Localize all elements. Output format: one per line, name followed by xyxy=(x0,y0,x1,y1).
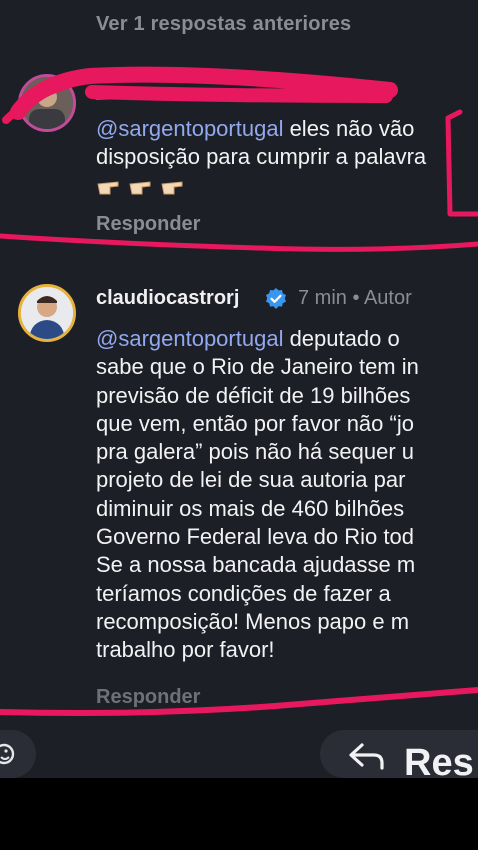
pointing-hands-emoji xyxy=(96,172,192,203)
reply-button[interactable]: Responder xyxy=(96,213,200,236)
reply-arrow-icon xyxy=(349,743,384,770)
mention-link[interactable]: @sargentoportugal xyxy=(96,116,283,141)
author-avatar[interactable] xyxy=(18,284,76,342)
reply-button[interactable]: Responder xyxy=(96,686,200,709)
author-badge: Autor xyxy=(363,287,412,309)
commenter-username[interactable]: ______ xyxy=(96,80,163,103)
meta-separator: • xyxy=(352,287,360,309)
comment-meta: 7 min • Autor xyxy=(298,287,412,310)
reply-back-label[interactable]: Res xyxy=(404,742,474,778)
verified-badge-icon xyxy=(264,287,288,316)
author-comment-text: @sargentoportugal deputado o sabe que o … xyxy=(96,326,419,663)
comment-time: 7 min xyxy=(298,287,347,309)
comment-thread-screen: Ver 1 respostas anteriores ______ @sarge… xyxy=(0,0,478,778)
emoji-icon xyxy=(0,743,15,765)
commenter-avatar[interactable] xyxy=(18,74,76,132)
author-username[interactable]: claudiocastrorj xyxy=(96,287,239,310)
avatar-photo xyxy=(21,77,73,129)
mention-link[interactable]: @sargentoportugal xyxy=(96,326,283,351)
view-previous-replies-link[interactable]: Ver 1 respostas anteriores xyxy=(96,13,351,36)
avatar-photo xyxy=(21,287,73,339)
comment-text: @sargentoportugal eles não vão disposiçã… xyxy=(96,116,427,170)
